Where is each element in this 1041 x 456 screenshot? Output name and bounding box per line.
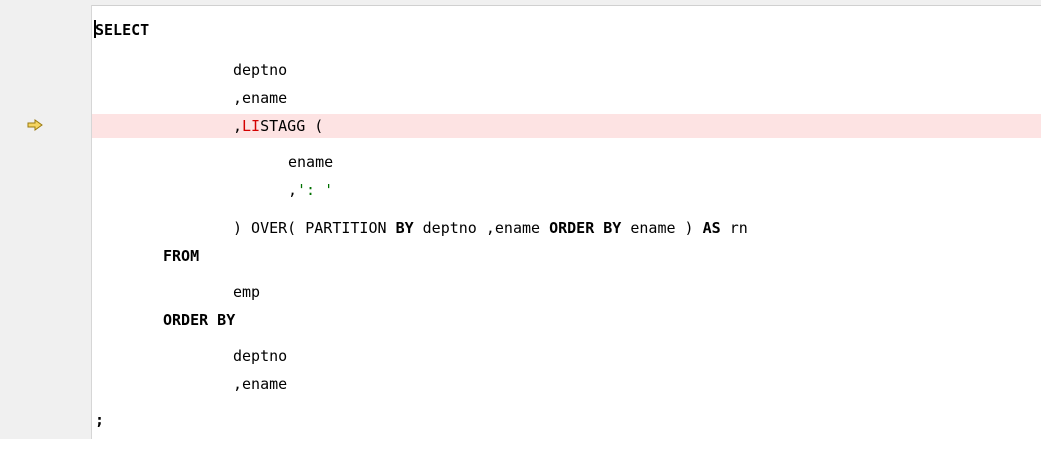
editor-gutter[interactable] [6,5,92,439]
function-rest: STAGG ( [260,117,324,135]
code-line-9[interactable]: emp [92,280,1041,304]
code-text: rn [720,219,748,237]
code-segment: ,LISTAGG ( [233,114,323,138]
code-line-4[interactable]: ,LISTAGG ( [92,114,1041,138]
keyword-order-by: ORDER BY [163,311,236,329]
code-text: ,ename [233,89,288,107]
code-line-7[interactable]: ) OVER( PARTITION BY deptno ,ename ORDER… [92,216,1041,240]
code-line-3[interactable]: ,ename [92,86,1041,110]
code-segment: ,': ' [288,178,333,202]
code-line-10[interactable]: ORDER BY [92,308,1041,332]
code-text: deptno ,ename [413,219,550,237]
code-text: deptno [233,61,288,79]
code-line-6[interactable]: ,': ' [92,178,1041,202]
statement-terminator: ; [95,411,105,429]
code-text: deptno [233,347,288,365]
string-literal: ': ' [297,181,334,199]
code-line-2[interactable]: deptno [92,58,1041,82]
code-line-12[interactable]: ,ename [92,372,1041,396]
arrow-right-icon [27,119,43,131]
code-line-5[interactable]: ename [92,150,1041,174]
code-line-11[interactable]: deptno [92,344,1041,368]
code-text: ename [288,153,334,171]
keyword-from: FROM [163,247,200,265]
comma: , [233,117,243,135]
code-text: ,ename [233,375,288,393]
keyword-select: SELECT [95,21,150,39]
keyword-by: BY [395,219,414,237]
code-line-8[interactable]: FROM [92,244,1041,268]
keyword-order-by: ORDER BY [549,219,622,237]
comma: , [288,181,298,199]
code-text: ename ) [621,219,703,237]
keyword-as: AS [702,219,721,237]
code-line-1[interactable]: SELECT [92,18,1041,42]
code-text: emp [233,283,261,301]
function-error-part: LI [242,117,261,135]
code-line-13[interactable]: ; [92,408,1041,432]
code-text: ) OVER( PARTITION [233,219,396,237]
code-segment: ) OVER( PARTITION BY deptno ,ename ORDER… [233,216,748,240]
